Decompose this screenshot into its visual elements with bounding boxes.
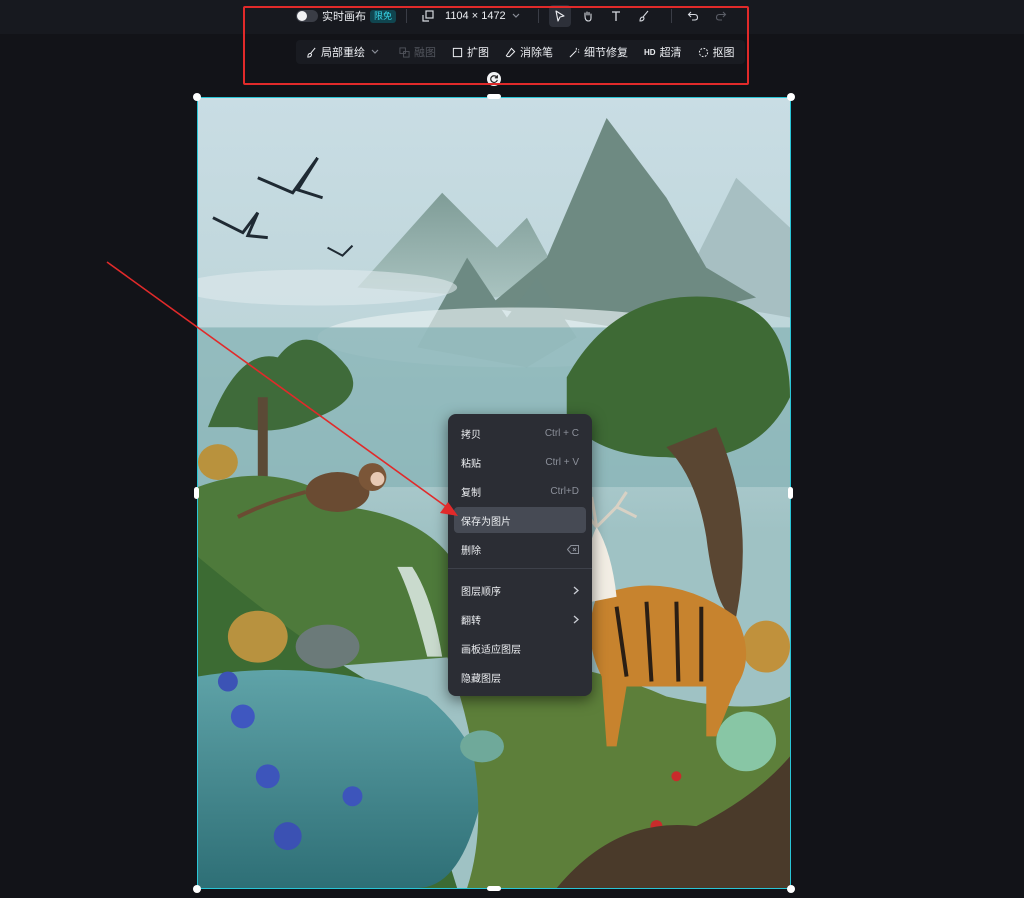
chevron-right-icon <box>573 615 579 623</box>
menu-item-label: 画板适应图层 <box>461 644 521 656</box>
menu-item-duplicate[interactable]: 复制 Ctrl+D <box>454 478 586 504</box>
shortcut-label: Ctrl+D <box>550 485 579 497</box>
resize-handle-right[interactable] <box>788 487 793 499</box>
menu-item-label: 粘贴 <box>461 458 481 470</box>
menu-item-delete[interactable]: 删除 <box>454 536 586 562</box>
resize-handle-top[interactable] <box>487 94 501 99</box>
menu-item-label: 保存为图片 <box>461 516 511 528</box>
resize-handle-bottom-left[interactable] <box>193 885 201 893</box>
shortcut-label: Ctrl + C <box>544 427 579 439</box>
chevron-right-icon <box>573 586 579 594</box>
resize-handle-bottom[interactable] <box>487 886 501 891</box>
menu-item-paste[interactable]: 粘贴 Ctrl + V <box>454 449 586 475</box>
context-menu: 拷贝 Ctrl + C 粘贴 Ctrl + V 复制 Ctrl+D 保存为图片 … <box>448 414 592 696</box>
menu-item-save-as-image[interactable]: 保存为图片 <box>454 507 586 533</box>
annotation-highlight-box <box>243 6 749 85</box>
menu-item-copy[interactable]: 拷贝 Ctrl + C <box>454 420 586 446</box>
resize-handle-top-left[interactable] <box>193 93 201 101</box>
shortcut-label: Ctrl + V <box>545 456 579 468</box>
resize-handle-left[interactable] <box>194 487 199 499</box>
menu-item-label: 翻转 <box>461 615 481 627</box>
menu-item-hide-layer[interactable]: 隐藏图层 <box>454 664 586 690</box>
backspace-icon <box>567 544 579 554</box>
menu-item-label: 复制 <box>461 487 481 499</box>
menu-item-label: 拷贝 <box>461 429 481 441</box>
menu-item-label: 删除 <box>461 545 481 557</box>
menu-item-flip[interactable]: 翻转 <box>454 606 586 632</box>
resize-handle-top-right[interactable] <box>787 93 795 101</box>
menu-item-fit-artboard[interactable]: 画板适应图层 <box>454 635 586 661</box>
menu-item-label: 图层顺序 <box>461 586 501 598</box>
menu-item-layer-order[interactable]: 图层顺序 <box>454 577 586 603</box>
menu-item-label: 隐藏图层 <box>461 673 501 685</box>
menu-divider <box>448 568 592 569</box>
resize-handle-bottom-right[interactable] <box>787 885 795 893</box>
